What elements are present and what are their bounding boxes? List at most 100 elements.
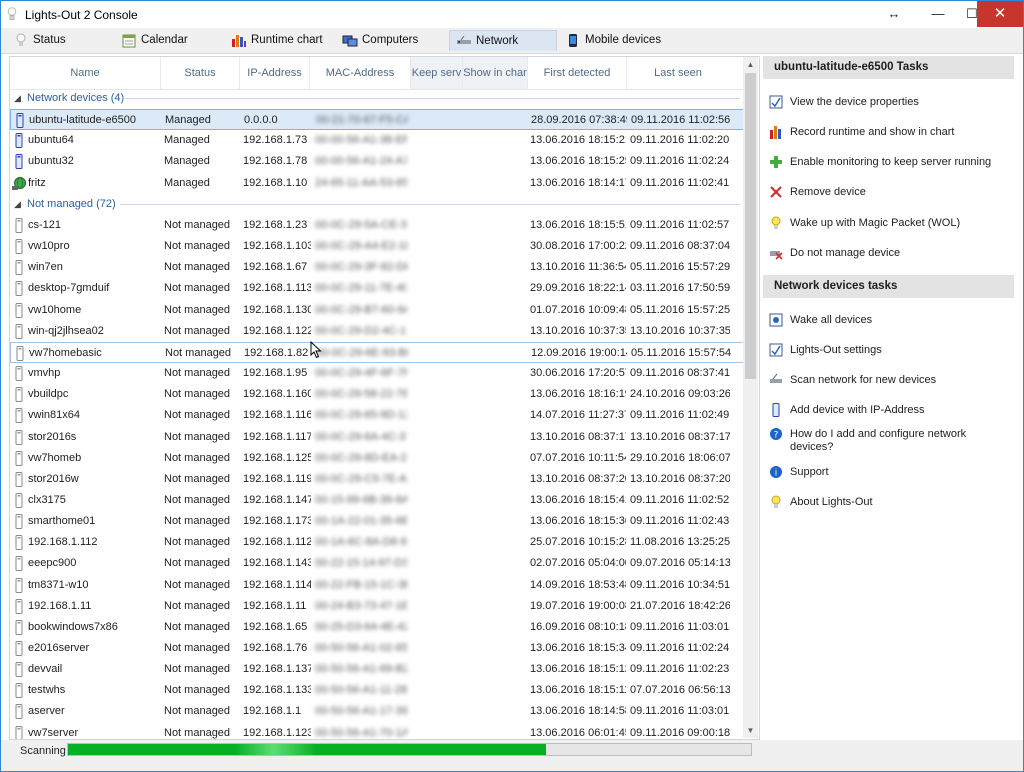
device-ip: 192.168.1.114 xyxy=(243,578,311,591)
device-status: Not managed xyxy=(165,346,232,359)
device-status: Not managed xyxy=(164,472,231,485)
device-name: 192.168.1.11 xyxy=(28,599,92,612)
help-icon: ? xyxy=(770,428,782,441)
table-row[interactable]: fritz Managed 192.168.1.10 24-65-11-AA-53-6… xyxy=(10,173,746,194)
group-header-network-devices[interactable]: ◢ Network devices (4) xyxy=(10,88,746,108)
tab-mobile-devices[interactable]: Mobile devices xyxy=(559,30,669,51)
task-label: Wake all devices xyxy=(790,314,873,326)
device-status: Not managed xyxy=(164,430,231,443)
device-last-seen: 03.11.2016 17:50:59 xyxy=(630,282,730,295)
device-name: devvail xyxy=(28,663,63,676)
table-row[interactable]: vw7homebasic Not managed 192.168.1.82 00-0C… xyxy=(10,341,746,363)
column-header-ip-address[interactable]: IP-Address xyxy=(240,57,310,89)
device-icon xyxy=(15,492,23,508)
device-first-detected: 30.06.2016 17:20:57 xyxy=(530,367,626,380)
table-row[interactable]: eeepc900 Not managed 192.168.1.143 00-22-15… xyxy=(10,553,746,574)
device-name: clx3175 xyxy=(28,493,66,506)
column-header-keep-server[interactable]: Keep serv xyxy=(411,57,463,89)
device-ip: 192.168.1.112 xyxy=(243,536,311,549)
close-button[interactable]: ✕ xyxy=(977,1,1023,27)
group-divider xyxy=(125,98,740,99)
minimize-button[interactable]: — xyxy=(921,1,955,27)
table-row[interactable]: vwin81x64 Not managed 192.168.1.116 00-0C-2… xyxy=(10,405,746,426)
device-first-detected: 13.10.2016 08:37:20 xyxy=(530,472,626,485)
device-mac: 00-0C-29-A4-E2-1B xyxy=(315,240,407,253)
column-header-last-seen[interactable]: Last seen xyxy=(627,57,729,89)
tab-network-devices[interactable]: Network devices xyxy=(449,30,557,68)
scroll-up-icon[interactable]: ▲ xyxy=(743,57,758,72)
tab-runtime-chart[interactable]: Runtime chart xyxy=(225,30,333,51)
device-status: Not managed xyxy=(164,684,231,697)
table-row[interactable]: devvail Not managed 192.168.1.137 00-50-56-… xyxy=(10,659,746,680)
device-icon xyxy=(15,641,23,656)
table-row[interactable]: vbuildpc Not managed 192.168.1.160 00-0C-29… xyxy=(10,384,746,405)
device-status: Not managed xyxy=(164,324,231,337)
scan-progress-bar xyxy=(67,743,752,756)
table-row[interactable]: bookwindows7x86 Not managed 192.168.1.65 00… xyxy=(10,617,746,638)
scroll-thumb[interactable] xyxy=(745,73,756,379)
table-row[interactable]: vw7server Not managed 192.168.1.123 00-50-5… xyxy=(10,723,746,739)
device-first-detected: 13.06.2016 18:15:34 xyxy=(530,642,626,654)
device-mac: 00-15-99-6B-39-8A xyxy=(315,493,407,506)
group-header-not-managed[interactable]: ◢ Not managed (72) xyxy=(10,194,746,214)
device-first-detected: 14.07.2016 11:27:37 xyxy=(530,409,626,422)
table-row[interactable]: vw10pro Not managed 192.168.1.103 00-0C-29-… xyxy=(10,236,746,257)
table-row[interactable]: e2016server Not managed 192.168.1.76 00-50-… xyxy=(10,638,746,659)
device-first-detected: 13.10.2016 10:37:35 xyxy=(530,324,626,337)
collapse-arrow-icon[interactable]: ◢ xyxy=(14,88,21,108)
table-row[interactable]: ubuntu-latitude-e6500 Managed 0.0.0.0 00-21… xyxy=(10,109,746,130)
device-last-seen: 05.11.2016 15:57:25 xyxy=(630,303,730,316)
device-list[interactable]: Name Status IP-Address MAC-Address Keep … xyxy=(9,56,760,740)
table-row[interactable]: vw10home Not managed 192.168.1.130 00-0C-29… xyxy=(10,300,746,321)
table-row[interactable]: 192.168.1.112 Not managed 192.168.1.112 00-… xyxy=(10,532,746,553)
table-row[interactable]: ubuntu64 Managed 192.168.1.73 00-00-56-A1-3… xyxy=(10,130,746,151)
device-status: Not managed xyxy=(164,493,231,506)
plus-icon xyxy=(770,156,782,168)
scanning-label: Scanning xyxy=(20,745,66,757)
restore-button[interactable]: ↔ xyxy=(877,1,911,27)
table-row[interactable]: ubuntu32 Managed 192.168.1.78 00-00-56-A1-2… xyxy=(10,151,746,172)
managed-device-icon xyxy=(16,113,24,128)
device-last-seen: 09.11.2016 11:02:24 xyxy=(630,155,730,168)
window-title: Lights-Out 2 Console xyxy=(25,8,138,22)
collapse-arrow-icon[interactable]: ◢ xyxy=(14,194,21,214)
device-first-detected: 13.10.2016 08:37:17 xyxy=(530,430,626,443)
device-first-detected: 25.07.2016 10:15:28 xyxy=(530,536,626,549)
device-last-seen: 09.11.2016 11:02:57 xyxy=(630,219,730,231)
table-row[interactable]: stor2016w Not managed 192.168.1.119 00-0C-2… xyxy=(10,469,746,490)
tab-computers[interactable]: Computers xyxy=(336,30,446,51)
table-row[interactable]: stor2016s Not managed 192.168.1.117 00-0C-2… xyxy=(10,427,746,448)
device-icon xyxy=(15,704,23,720)
column-header-first-detected[interactable]: First detected xyxy=(528,57,627,89)
task-label: Record runtime and show in chart xyxy=(790,126,955,138)
scroll-down-icon[interactable]: ▼ xyxy=(743,723,758,738)
column-header-mac-address[interactable]: MAC-Address xyxy=(310,57,411,89)
tab-bar: Status Calendar Runtime chart Computers … xyxy=(1,28,1023,68)
device-name: tm8371-w10 xyxy=(28,578,89,591)
vertical-scrollbar[interactable]: ▲ ▼ xyxy=(743,57,758,738)
column-header-show-in-chart[interactable]: Show in char xyxy=(463,57,528,89)
column-header-name[interactable]: Name xyxy=(10,57,161,89)
table-row[interactable]: win-qj2jlhsea02 Not managed 192.168.1.122 0… xyxy=(10,321,746,342)
table-row[interactable]: clx3175 Not managed 192.168.1.147 00-15-99-… xyxy=(10,490,746,511)
table-row[interactable]: vw7homeb Not managed 192.168.1.125 00-0C-29… xyxy=(10,448,746,469)
table-row[interactable]: smarthome01 Not managed 192.168.1.173 00-1A… xyxy=(10,511,746,532)
tab-label: Mobile devices xyxy=(585,34,662,46)
table-row[interactable]: testwhs Not managed 192.168.1.133 00-50-56-… xyxy=(10,680,746,701)
table-row[interactable]: win7en Not managed 192.168.1.67 00-0C-29-3F… xyxy=(10,257,746,278)
device-ip: 192.168.1.160 xyxy=(243,388,311,401)
table-row[interactable]: vmvhp Not managed 192.168.1.95 00-0C-29-4F-… xyxy=(10,363,746,384)
table-row[interactable]: desktop-7gmduif Not managed 192.168.1.113 0… xyxy=(10,278,746,299)
table-row[interactable]: tm8371-w10 Not managed 192.168.1.114 00-22-… xyxy=(10,575,746,596)
table-row[interactable]: cs-121 Not managed 192.168.1.23 00-0C-29-5A… xyxy=(10,215,746,236)
device-last-seen: 09.11.2016 11:02:43 xyxy=(630,515,730,528)
table-row[interactable]: aserver Not managed 192.168.1.1 00-50-56-A1… xyxy=(10,701,746,722)
table-row[interactable]: 192.168.1.11 Not managed 192.168.1.11 00-24… xyxy=(10,596,746,617)
device-ip: 192.168.1.137 xyxy=(243,663,311,676)
bulb-icon xyxy=(771,216,781,229)
tab-calendar[interactable]: Calendar xyxy=(115,30,219,51)
tab-status[interactable]: Status xyxy=(7,30,107,51)
column-header-status[interactable]: Status xyxy=(161,57,240,89)
device-last-seen: 09.07.2016 05:14:13 xyxy=(630,557,730,570)
device-status: Not managed xyxy=(164,620,231,633)
